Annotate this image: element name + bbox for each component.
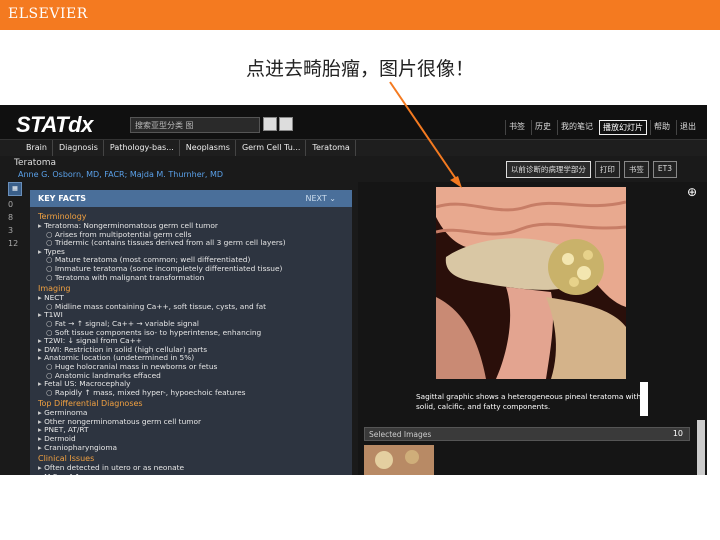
slide: ELSEVIER 点进去畸胎瘤，图片很像！ STATdx 搜索亚型分类 图 书签…: [0, 0, 720, 540]
pointer-arrow: [389, 81, 462, 188]
